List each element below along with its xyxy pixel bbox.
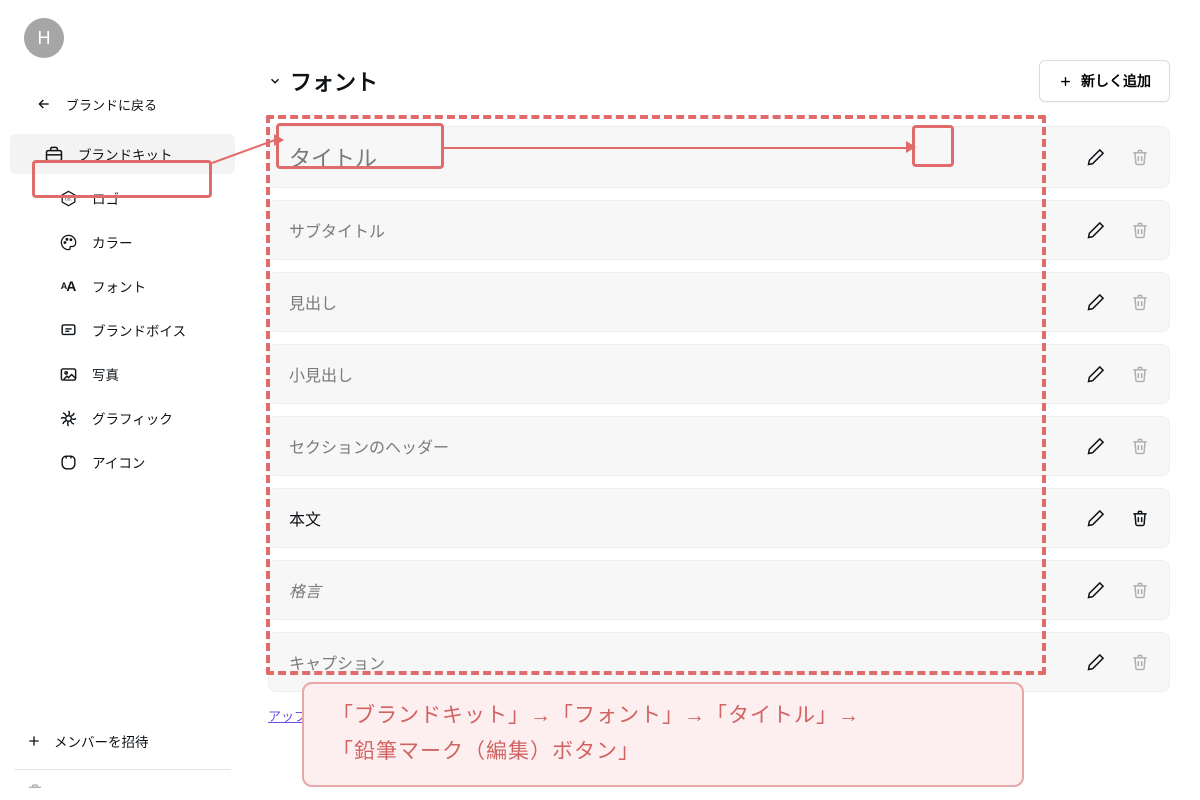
sidebar-item-label: カラー — [92, 232, 133, 252]
font-row-label: キャプション — [289, 650, 1081, 674]
callout-line1: 「ブランドキット」→「フォント」→「タイトル」→ — [332, 698, 994, 734]
annotation-callout: 「ブランドキット」→「フォント」→「タイトル」→ 「鉛筆マーク（編集）ボタン」 — [302, 682, 1024, 787]
invite-members[interactable]: メンバーを招待 — [0, 717, 245, 765]
sidebar-item-label: フォント — [92, 276, 146, 296]
sidebar-item-color[interactable]: カラー — [10, 222, 235, 262]
delete-trash-icon[interactable] — [1125, 431, 1155, 461]
font-row[interactable]: 格言 — [268, 560, 1170, 620]
sidebar-item-label: 写真 — [92, 364, 119, 384]
delete-trash-icon[interactable] — [1125, 647, 1155, 677]
delete-trash-icon[interactable] — [1125, 142, 1155, 172]
sidebar: H ブランドに戻る ブランドキット co. ロゴ カラー AA フォント — [0, 0, 245, 800]
font-icon: AA — [58, 276, 78, 296]
voice-icon — [58, 320, 78, 340]
section-title: フォント — [290, 65, 378, 97]
font-row-actions — [1081, 431, 1155, 461]
edit-pencil-icon[interactable] — [1081, 647, 1111, 677]
font-row-actions — [1081, 215, 1155, 245]
delete-trash-icon[interactable] — [1125, 359, 1155, 389]
font-row-label: セクションのヘッダー — [289, 434, 1081, 458]
logo-icon: co. — [58, 188, 78, 208]
font-row[interactable]: 本文 — [268, 488, 1170, 548]
font-row-actions — [1081, 575, 1155, 605]
edit-pencil-icon[interactable] — [1081, 575, 1111, 605]
delete-trash-icon[interactable] — [1125, 575, 1155, 605]
edit-pencil-icon[interactable] — [1081, 431, 1111, 461]
font-row[interactable]: セクションのヘッダー — [268, 416, 1170, 476]
sidebar-item-icons[interactable]: アイコン — [10, 442, 235, 482]
sidebar-item-label: ブランドキット — [78, 144, 173, 164]
font-row-label: サブタイトル — [289, 218, 1081, 242]
divider — [14, 769, 231, 770]
font-row[interactable]: タイトル — [268, 126, 1170, 188]
sidebar-footer-item[interactable] — [0, 776, 245, 800]
sidebar-item-label: ブランドボイス — [92, 320, 186, 340]
font-row-actions — [1081, 142, 1155, 172]
sidebar-item-label: アイコン — [92, 452, 145, 472]
font-row[interactable]: 見出し — [268, 272, 1170, 332]
plus-icon — [26, 733, 42, 749]
back-label: ブランドに戻る — [66, 95, 157, 114]
callout-line2: 「鉛筆マーク（編集）ボタン」 — [332, 734, 994, 770]
chevron-down-icon — [268, 74, 282, 88]
edit-pencil-icon[interactable] — [1081, 215, 1111, 245]
trash-icon — [26, 782, 44, 800]
palette-icon — [58, 232, 78, 252]
sidebar-item-brandkit[interactable]: ブランドキット — [10, 134, 235, 174]
font-row-label: タイトル — [289, 141, 1081, 173]
add-new-label: 新しく追加 — [1081, 71, 1151, 91]
photo-icon — [58, 364, 78, 384]
delete-trash-icon[interactable] — [1125, 287, 1155, 317]
avatar[interactable]: H — [24, 18, 64, 58]
font-row[interactable]: サブタイトル — [268, 200, 1170, 260]
iconset-icon — [58, 452, 78, 472]
font-list: タイトルサブタイトル見出し小見出しセクションのヘッダー本文格言キャプション — [268, 126, 1170, 692]
font-row-label: 本文 — [289, 506, 1081, 530]
plus-icon — [1058, 74, 1073, 89]
sidebar-item-font[interactable]: AA フォント — [10, 266, 235, 306]
edit-pencil-icon[interactable] — [1081, 142, 1111, 172]
delete-trash-icon[interactable] — [1125, 215, 1155, 245]
font-row-actions — [1081, 503, 1155, 533]
section-header: フォント 新しく追加 — [268, 60, 1170, 102]
sidebar-item-graphic[interactable]: グラフィック — [10, 398, 235, 438]
sidebar-item-logo[interactable]: co. ロゴ — [10, 178, 235, 218]
font-row-actions — [1081, 647, 1155, 677]
sidebar-item-photo[interactable]: 写真 — [10, 354, 235, 394]
sidebar-item-brandvoice[interactable]: ブランドボイス — [10, 310, 235, 350]
arrow-left-icon — [34, 94, 54, 114]
edit-pencil-icon[interactable] — [1081, 359, 1111, 389]
font-row-label: 見出し — [289, 290, 1081, 314]
font-row-label: 格言 — [289, 578, 1081, 602]
sidebar-item-label: グラフィック — [92, 408, 173, 428]
section-toggle[interactable]: フォント — [268, 65, 378, 97]
add-new-button[interactable]: 新しく追加 — [1039, 60, 1170, 102]
graphic-icon — [58, 408, 78, 428]
edit-pencil-icon[interactable] — [1081, 287, 1111, 317]
font-row-actions — [1081, 359, 1155, 389]
sidebar-item-label: ロゴ — [92, 188, 119, 208]
font-row[interactable]: 小見出し — [268, 344, 1170, 404]
edit-pencil-icon[interactable] — [1081, 503, 1111, 533]
back-to-brands[interactable]: ブランドに戻る — [0, 86, 245, 122]
font-row-label: 小見出し — [289, 362, 1081, 386]
briefcase-icon — [44, 144, 64, 164]
delete-trash-icon[interactable] — [1125, 503, 1155, 533]
svg-text:co.: co. — [65, 196, 72, 202]
invite-label: メンバーを招待 — [54, 731, 149, 751]
font-row-actions — [1081, 287, 1155, 317]
main: フォント 新しく追加 タイトルサブタイトル見出し小見出しセクションのヘッダー本文… — [262, 0, 1200, 725]
